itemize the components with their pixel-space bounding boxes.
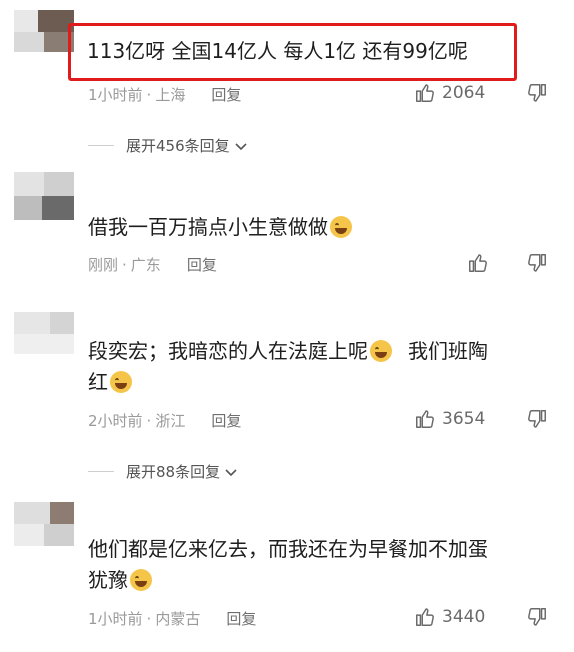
avatar[interactable] (14, 502, 74, 562)
like-count: 3440 (442, 607, 486, 627)
thumbs-down-icon[interactable] (526, 252, 548, 274)
crying-emoji-icon (330, 216, 352, 238)
comment-location: 广东 (130, 256, 161, 274)
comment-location: 上海 (155, 86, 186, 104)
expand-label: 展开88条回复 (126, 463, 221, 481)
comment-time: 1小时前 (88, 610, 143, 628)
thumbs-up-icon (416, 410, 434, 428)
like-button[interactable]: 2064 (414, 82, 485, 104)
comment-time: 1小时前 (88, 86, 143, 104)
like-count: 2064 (442, 83, 486, 103)
comment-meta: 2小时前 · 浙江 回复 (88, 410, 242, 431)
expand-replies-button[interactable]: 展开456条回复 (88, 135, 248, 156)
divider (88, 471, 114, 472)
like-button[interactable] (467, 252, 495, 274)
laughing-emoji-icon (370, 340, 392, 362)
thumbs-up-icon (416, 608, 434, 626)
like-count: 3654 (442, 409, 486, 429)
comment-meta: 刚刚 · 广东 回复 (88, 254, 217, 275)
comment-body: 段奕宏；我暗恋的人在法庭上呢 (88, 339, 368, 363)
expand-label: 展开456条回复 (126, 137, 230, 155)
chevron-down-icon (225, 468, 237, 476)
avatar[interactable] (14, 172, 74, 232)
thumbs-down-icon[interactable] (526, 408, 548, 430)
comment-line: 红 (88, 367, 554, 398)
chevron-down-icon (235, 142, 247, 150)
comment-body: 我们班陶 (408, 339, 488, 363)
comment-location: 内蒙古 (155, 610, 201, 628)
comment-line: 段奕宏；我暗恋的人在法庭上呢 我们班陶 (88, 336, 554, 367)
comment-body: 他们都是亿来亿去，而我还在为早餐加不加蛋 (88, 537, 488, 561)
thumbs-down-icon[interactable] (526, 82, 548, 104)
reply-button[interactable]: 回复 (211, 410, 241, 431)
comment-line: 犹豫 (88, 565, 554, 596)
thumbs-down-icon[interactable] (526, 606, 548, 628)
like-button[interactable]: 3654 (414, 408, 485, 430)
reply-button[interactable]: 回复 (226, 608, 256, 629)
laughing-emoji-icon (110, 371, 132, 393)
comment-location: 浙江 (155, 412, 186, 430)
comment-body: 借我一百万搞点小生意做做 (88, 215, 328, 239)
comment-text: 段奕宏；我暗恋的人在法庭上呢 我们班陶 红 (88, 336, 554, 398)
comment-meta: 1小时前 · 内蒙古 回复 (88, 608, 257, 629)
avatar[interactable] (14, 312, 74, 372)
like-button[interactable]: 3440 (414, 606, 485, 628)
comment-body: 红 (88, 370, 108, 394)
laughing-emoji-icon (130, 569, 152, 591)
reply-button[interactable]: 回复 (187, 254, 217, 275)
thumbs-up-icon (416, 84, 434, 102)
comment-body: 犹豫 (88, 568, 128, 592)
expand-replies-button[interactable]: 展开88条回复 (88, 461, 238, 482)
comment-meta: 1小时前 · 上海 回复 (88, 84, 242, 105)
divider (88, 145, 114, 146)
comment-time: 刚刚 (88, 256, 119, 274)
avatar[interactable] (14, 10, 74, 70)
comment-text: 借我一百万搞点小生意做做 (88, 212, 554, 243)
comment-line: 他们都是亿来亿去，而我还在为早餐加不加蛋 (88, 534, 554, 565)
comment-text: 113亿呀 全国14亿人 每人1亿 还有99亿呢 (87, 39, 468, 63)
thumbs-up-icon (469, 254, 487, 272)
comment-text: 他们都是亿来亿去，而我还在为早餐加不加蛋 犹豫 (88, 534, 554, 596)
comment-time: 2小时前 (88, 412, 143, 430)
reply-button[interactable]: 回复 (211, 84, 241, 105)
